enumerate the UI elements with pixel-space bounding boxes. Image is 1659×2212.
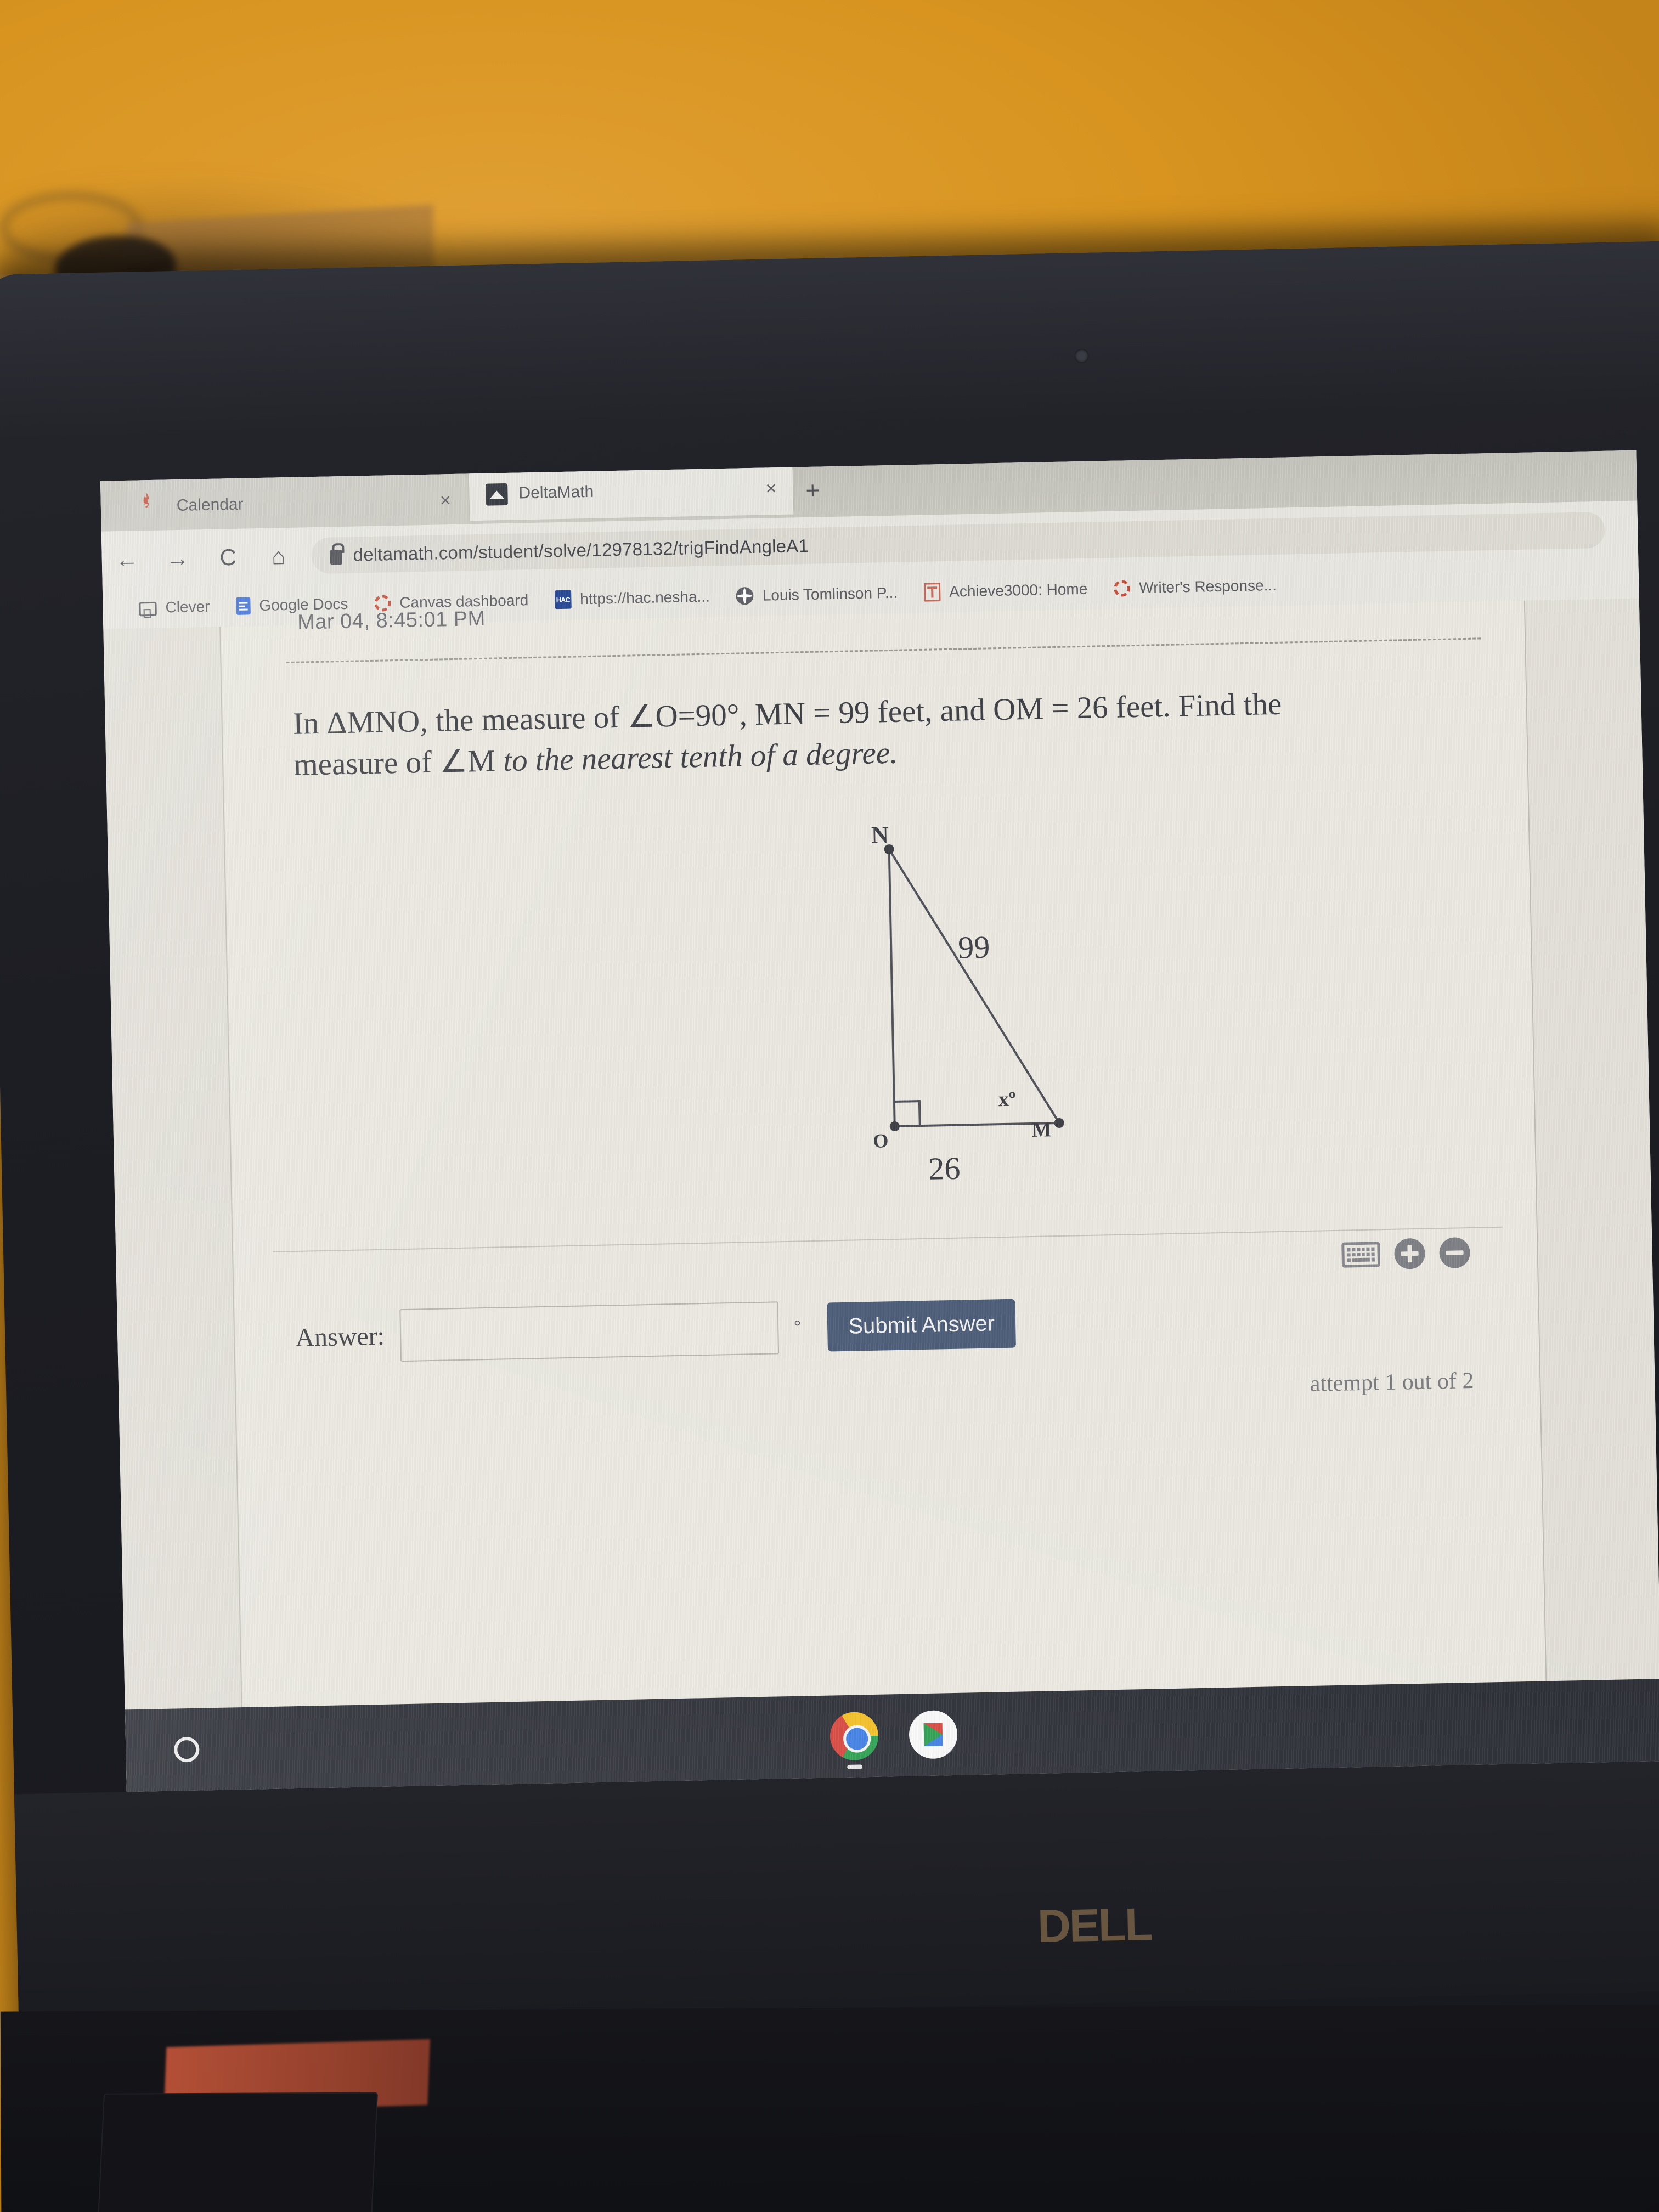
hypotenuse-length-label: 99 (957, 929, 990, 966)
vertex-label-n: N (871, 821, 889, 849)
zoom-in-icon[interactable] (1394, 1238, 1426, 1269)
deltamath-icon (486, 483, 508, 506)
trackpad[interactable] (96, 2092, 379, 2212)
chrome-icon[interactable] (830, 1711, 879, 1769)
degree-symbol: ° (793, 1316, 802, 1338)
triangle-figure: N O M 99 26 xº (806, 811, 1165, 1202)
hac-icon: HAC (554, 590, 572, 610)
lock-icon (330, 549, 343, 565)
answer-label: Answer: (295, 1321, 385, 1352)
new-tab-button[interactable]: + (805, 477, 820, 505)
web-page-content: Mar 04, 8:45:01 PM In ΔMNO, the measure … (103, 598, 1659, 1792)
timestamp: Mar 04, 8:45:01 PM (297, 607, 486, 634)
vertex-label-o: O (872, 1130, 889, 1152)
problem-line-2-italic: to the nearest tenth of a degree. (503, 735, 898, 778)
loading-spinner-icon (143, 493, 165, 517)
bookmark-label: Achieve3000: Home (949, 580, 1088, 600)
on-screen-keyboard-icon[interactable] (1341, 1242, 1381, 1268)
loading-spinner-icon (1113, 580, 1131, 597)
problem-statement: In ΔMNO, the measure of ∠O=90°, MN = 99 … (292, 680, 1445, 786)
url-text: deltamath.com/student/solve/12978132/tri… (353, 535, 809, 565)
vertex-label-m: M (1031, 1118, 1052, 1142)
achieve3000-icon (923, 583, 941, 602)
close-icon[interactable]: × (436, 490, 456, 511)
bookmark-writers-response[interactable]: Writer's Response... (1101, 576, 1290, 597)
triangle-svg (884, 844, 1064, 1131)
folder-icon (139, 601, 157, 617)
laptop-screen: Calendar × DeltaMath × + ← → C ⌂ deltama… (100, 450, 1659, 1792)
lid-sheen (0, 240, 1659, 439)
laptop-lid: Calendar × DeltaMath × + ← → C ⌂ deltama… (0, 240, 1659, 2212)
tab-deltamath[interactable]: DeltaMath × (469, 461, 794, 521)
answer-row: Answer: ° Submit Answer (295, 1297, 1016, 1364)
screen-bezel-bottom (14, 1760, 1659, 2025)
globe-icon (736, 586, 754, 605)
tool-row (1341, 1237, 1471, 1271)
base-length-label: 26 (928, 1150, 961, 1187)
keyboard-deck: esc ← → ↻ ☀ ☀ ! @ # $ % ^ & * (0, 2004, 1659, 2212)
problem-line-2: measure of ∠M (293, 743, 504, 783)
bookmark-achieve3000[interactable]: Achieve3000: Home (911, 579, 1101, 602)
problem-line-1: In ΔMNO, the measure of ∠O=90°, MN = 99 … (292, 686, 1282, 741)
tab-title: DeltaMath (518, 482, 594, 503)
bookmark-clever[interactable]: Clever (126, 597, 223, 617)
answer-input[interactable] (399, 1301, 779, 1362)
home-icon[interactable]: ⌂ (253, 527, 304, 585)
chrome-browser-window: Calendar × DeltaMath × + ← → C ⌂ deltama… (100, 450, 1659, 1792)
problem-card: Mar 04, 8:45:01 PM In ΔMNO, the measure … (219, 600, 1548, 1749)
bookmark-label: Clever (165, 597, 210, 616)
play-store-icon[interactable] (909, 1709, 958, 1759)
zoom-out-icon[interactable] (1439, 1237, 1471, 1269)
attempt-counter: attempt 1 out of 2 (1310, 1368, 1474, 1397)
submit-answer-button[interactable]: Submit Answer (827, 1299, 1016, 1352)
close-icon[interactable]: × (761, 478, 781, 499)
tab-title: Calendar (176, 495, 244, 515)
launcher-icon[interactable] (173, 1736, 200, 1763)
answer-panel: Answer: ° Submit Answer attempt 1 out of… (273, 1226, 1506, 1410)
bookmark-hac[interactable]: HAC https://hac.nesha... (541, 587, 723, 610)
tab-calendar[interactable]: Calendar × (126, 473, 468, 533)
bookmark-label: https://hac.nesha... (579, 588, 710, 608)
bookmark-label: Writer's Response... (1138, 576, 1277, 596)
divider (286, 637, 1481, 664)
bookmark-label: Louis Tomlinson P... (762, 584, 898, 604)
dell-logo: DELL (1037, 1898, 1152, 1953)
reload-icon[interactable]: C (202, 528, 254, 586)
back-icon[interactable]: ← (101, 531, 153, 589)
bookmark-louis-tomlinson[interactable]: Louis Tomlinson P... (723, 584, 911, 605)
app-running-indicator (847, 1764, 863, 1769)
angle-label-x: xº (998, 1087, 1016, 1111)
forward-icon[interactable]: → (152, 529, 204, 588)
google-docs-icon (236, 597, 251, 615)
